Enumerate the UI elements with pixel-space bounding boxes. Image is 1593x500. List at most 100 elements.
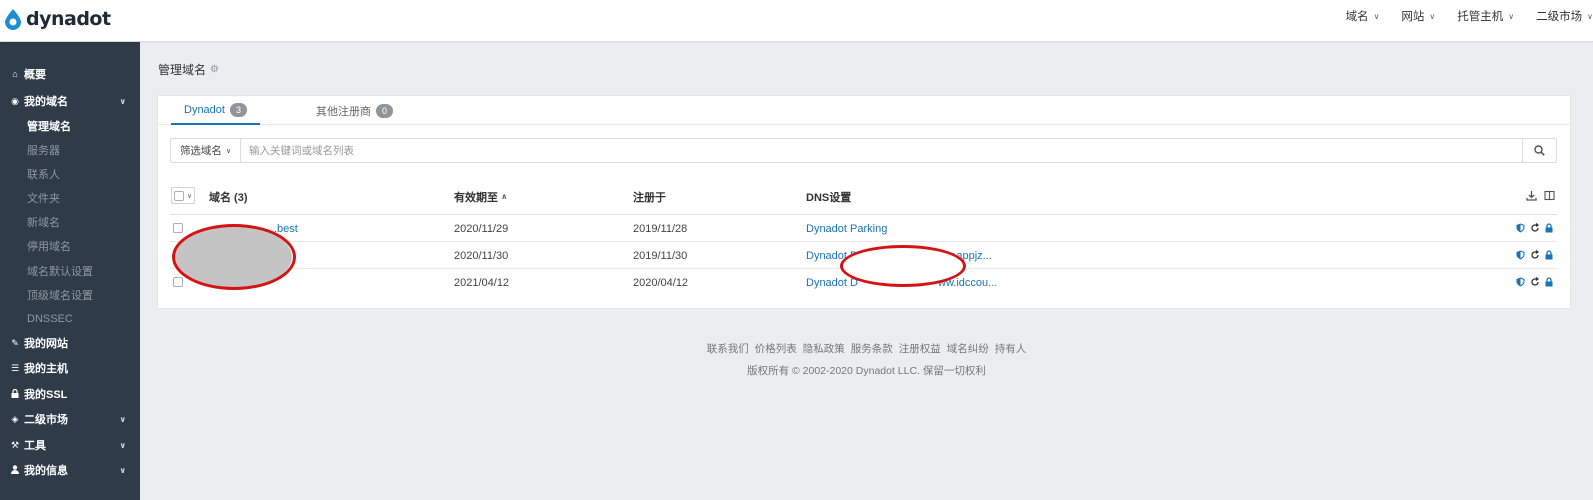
footer-links: 联系我们 价格列表 隐私政策 服务条款 注册权益 域名纠纷 持有人 — [0, 341, 1593, 356]
expires-date: 2020/11/30 — [454, 249, 509, 262]
shield-icon[interactable] — [1516, 277, 1525, 287]
sidebar-item-my-domains[interactable]: ◉ 我的域名 ∨ — [0, 91, 140, 111]
sort-up-icon: ∧ — [501, 192, 508, 201]
redaction-ring — [840, 245, 966, 287]
count-badge: 0 — [376, 103, 393, 118]
column-header-dns[interactable]: DNS设置 — [806, 178, 851, 215]
top-header: dynadot 域名 ∨ 网站 ∨ 托管主机 ∨ 二级市场 ∨ — [0, 0, 1593, 42]
sidebar-sub-tld-settings[interactable]: 顶级域名设置 — [27, 286, 93, 304]
renew-icon[interactable] — [1530, 277, 1540, 287]
tab-label: Dynadot — [184, 103, 225, 116]
columns-icon[interactable] — [1544, 190, 1555, 201]
table-tools — [1519, 190, 1555, 201]
wrench-icon: ⚒ — [10, 439, 20, 450]
row-actions — [1511, 277, 1553, 287]
sidebar-sub-contacts[interactable]: 联系人 — [27, 165, 60, 183]
tab-dynadot[interactable]: Dynadot 3 — [171, 96, 260, 125]
registered-date: 2020/04/12 — [633, 276, 689, 289]
sidebar-item-overview[interactable]: ⌂ 概要 — [0, 64, 140, 84]
dns-setting-link[interactable]: Dynadot Parking — [806, 215, 887, 242]
sidebar-sub-dnssec[interactable]: DNSSEC — [27, 310, 73, 328]
chevron-down-icon: ∨ — [1429, 11, 1436, 21]
row-actions — [1511, 223, 1553, 233]
select-all-dropdown[interactable]: ∨ — [171, 187, 195, 204]
chevron-down-icon: ∨ — [1373, 11, 1380, 21]
tab-other-registrars[interactable]: 其他注册商 0 — [316, 96, 393, 125]
page-title-text: 管理域名 — [158, 63, 207, 77]
logo-text: dynadot — [26, 8, 111, 30]
topnav-label: 网站 — [1401, 11, 1425, 23]
chevron-down-icon: ∨ — [225, 147, 232, 155]
tab-label: 其他注册商 — [316, 105, 371, 118]
sidebar-sub-parked-domains[interactable]: 停用域名 — [27, 237, 71, 255]
footer-link-disputes[interactable]: 域名纠纷 — [947, 341, 989, 356]
home-icon: ⌂ — [12, 69, 18, 79]
sidebar-item-tools[interactable]: ⚒ 工具 ∨ — [0, 435, 140, 455]
globe-icon: ◉ — [11, 95, 19, 106]
chevron-down-icon: ∨ — [119, 414, 127, 424]
row-checkbox[interactable] — [173, 277, 183, 287]
chevron-down-icon: ∨ — [119, 465, 127, 475]
table-header: ∨ 域名 (3) 有效期至 ∧ 注册于 DNS设置 — [170, 178, 1557, 215]
page-title: 管理域名 ⚙ — [158, 61, 219, 78]
sidebar-item-my-ssl[interactable]: 我的SSL — [0, 384, 140, 404]
count-badge: 3 — [229, 102, 247, 117]
footer-link-privacy[interactable]: 隐私政策 — [803, 341, 845, 356]
topnav-label: 域名 — [1345, 11, 1369, 23]
sidebar-item-aftermarket[interactable]: ◈ 二级市场 ∨ — [0, 409, 140, 429]
tab-bar: Dynadot 3 其他注册商 0 — [158, 96, 1570, 125]
footer-link-pricing[interactable]: 价格列表 — [755, 341, 797, 356]
chevron-down-icon: ∨ — [187, 192, 193, 200]
topnav-label: 二级市场 — [1536, 11, 1583, 23]
column-header-registered[interactable]: 注册于 — [633, 178, 666, 215]
chevron-down-icon: ∨ — [1508, 11, 1515, 21]
sidebar-sub-manage-domains[interactable]: 管理域名 — [27, 117, 71, 135]
footer-link-terms[interactable]: 服务条款 — [851, 341, 893, 356]
renew-icon[interactable] — [1530, 250, 1540, 260]
lock-icon[interactable] — [1545, 250, 1553, 260]
row-checkbox[interactable] — [173, 223, 183, 233]
lock-icon — [9, 388, 21, 400]
sidebar-sub-new-domains[interactable]: 新域名 — [27, 213, 60, 231]
download-icon[interactable] — [1526, 190, 1537, 201]
footer-link-holder[interactable]: 持有人 — [995, 341, 1027, 356]
column-header-expires[interactable]: 有效期至 ∧ — [454, 178, 508, 215]
chevron-down-icon: ∨ — [119, 440, 127, 450]
search-button[interactable] — [1522, 139, 1556, 162]
sidebar-item-label: 工具 — [24, 440, 46, 452]
shield-icon[interactable] — [1516, 250, 1525, 260]
search-bar: 筛选域名 ∨ — [170, 138, 1557, 163]
sidebar-sub-folders[interactable]: 文件夹 — [27, 189, 60, 207]
topnav-aftermarket[interactable]: 二级市场 ∨ — [1536, 8, 1593, 24]
sidebar-sub-domain-defaults[interactable]: 域名默认设置 — [27, 262, 93, 280]
sidebar-item-label: 我的域名 — [24, 96, 68, 108]
search-icon — [1534, 145, 1545, 156]
topnav-label: 托管主机 — [1457, 11, 1504, 23]
lock-icon[interactable] — [1545, 277, 1553, 287]
row-actions — [1511, 250, 1553, 260]
sidebar-sub-servers[interactable]: 服务器 — [27, 141, 60, 159]
sidebar-item-my-info[interactable]: 我的信息 ∨ — [0, 460, 140, 480]
filter-domains-dropdown[interactable]: 筛选域名 ∨ — [171, 139, 241, 162]
footer-link-contact[interactable]: 联系我们 — [707, 341, 749, 356]
topnav-domains[interactable]: 域名 ∨ — [1346, 8, 1380, 24]
select-all-checkbox[interactable] — [174, 190, 184, 201]
copyright: 版权所有 © 2002-2020 Dynadot LLC. 保留一切权利 — [747, 365, 986, 377]
search-input[interactable] — [242, 139, 1522, 162]
shield-icon[interactable] — [1516, 223, 1525, 233]
topnav-hosting[interactable]: 托管主机 ∨ — [1457, 8, 1514, 24]
footer-link-registrant-rights[interactable]: 注册权益 — [899, 341, 941, 356]
sidebar-item-label: 我的信息 — [24, 465, 68, 477]
column-header-domain[interactable]: 域名 (3) — [209, 178, 248, 215]
topnav-websites[interactable]: 网站 ∨ — [1401, 8, 1435, 24]
renew-icon[interactable] — [1530, 223, 1540, 233]
chevron-down-icon: ∨ — [119, 96, 127, 106]
sidebar-item-label: 概要 — [24, 69, 46, 81]
dynadot-logo[interactable]: dynadot — [2, 4, 111, 34]
sidebar: ⌂ 概要 ◉ 我的域名 ∨ 管理域名 服务器 联系人 文件夹 新域名 停用域名 域名默… — [0, 42, 140, 500]
redaction-ring — [172, 224, 296, 290]
lock-icon[interactable] — [1545, 223, 1553, 233]
column-header-label: 有效期至 — [454, 191, 498, 204]
gear-icon[interactable]: ⚙ — [210, 64, 219, 75]
expires-date: 2021/04/12 — [454, 276, 510, 289]
